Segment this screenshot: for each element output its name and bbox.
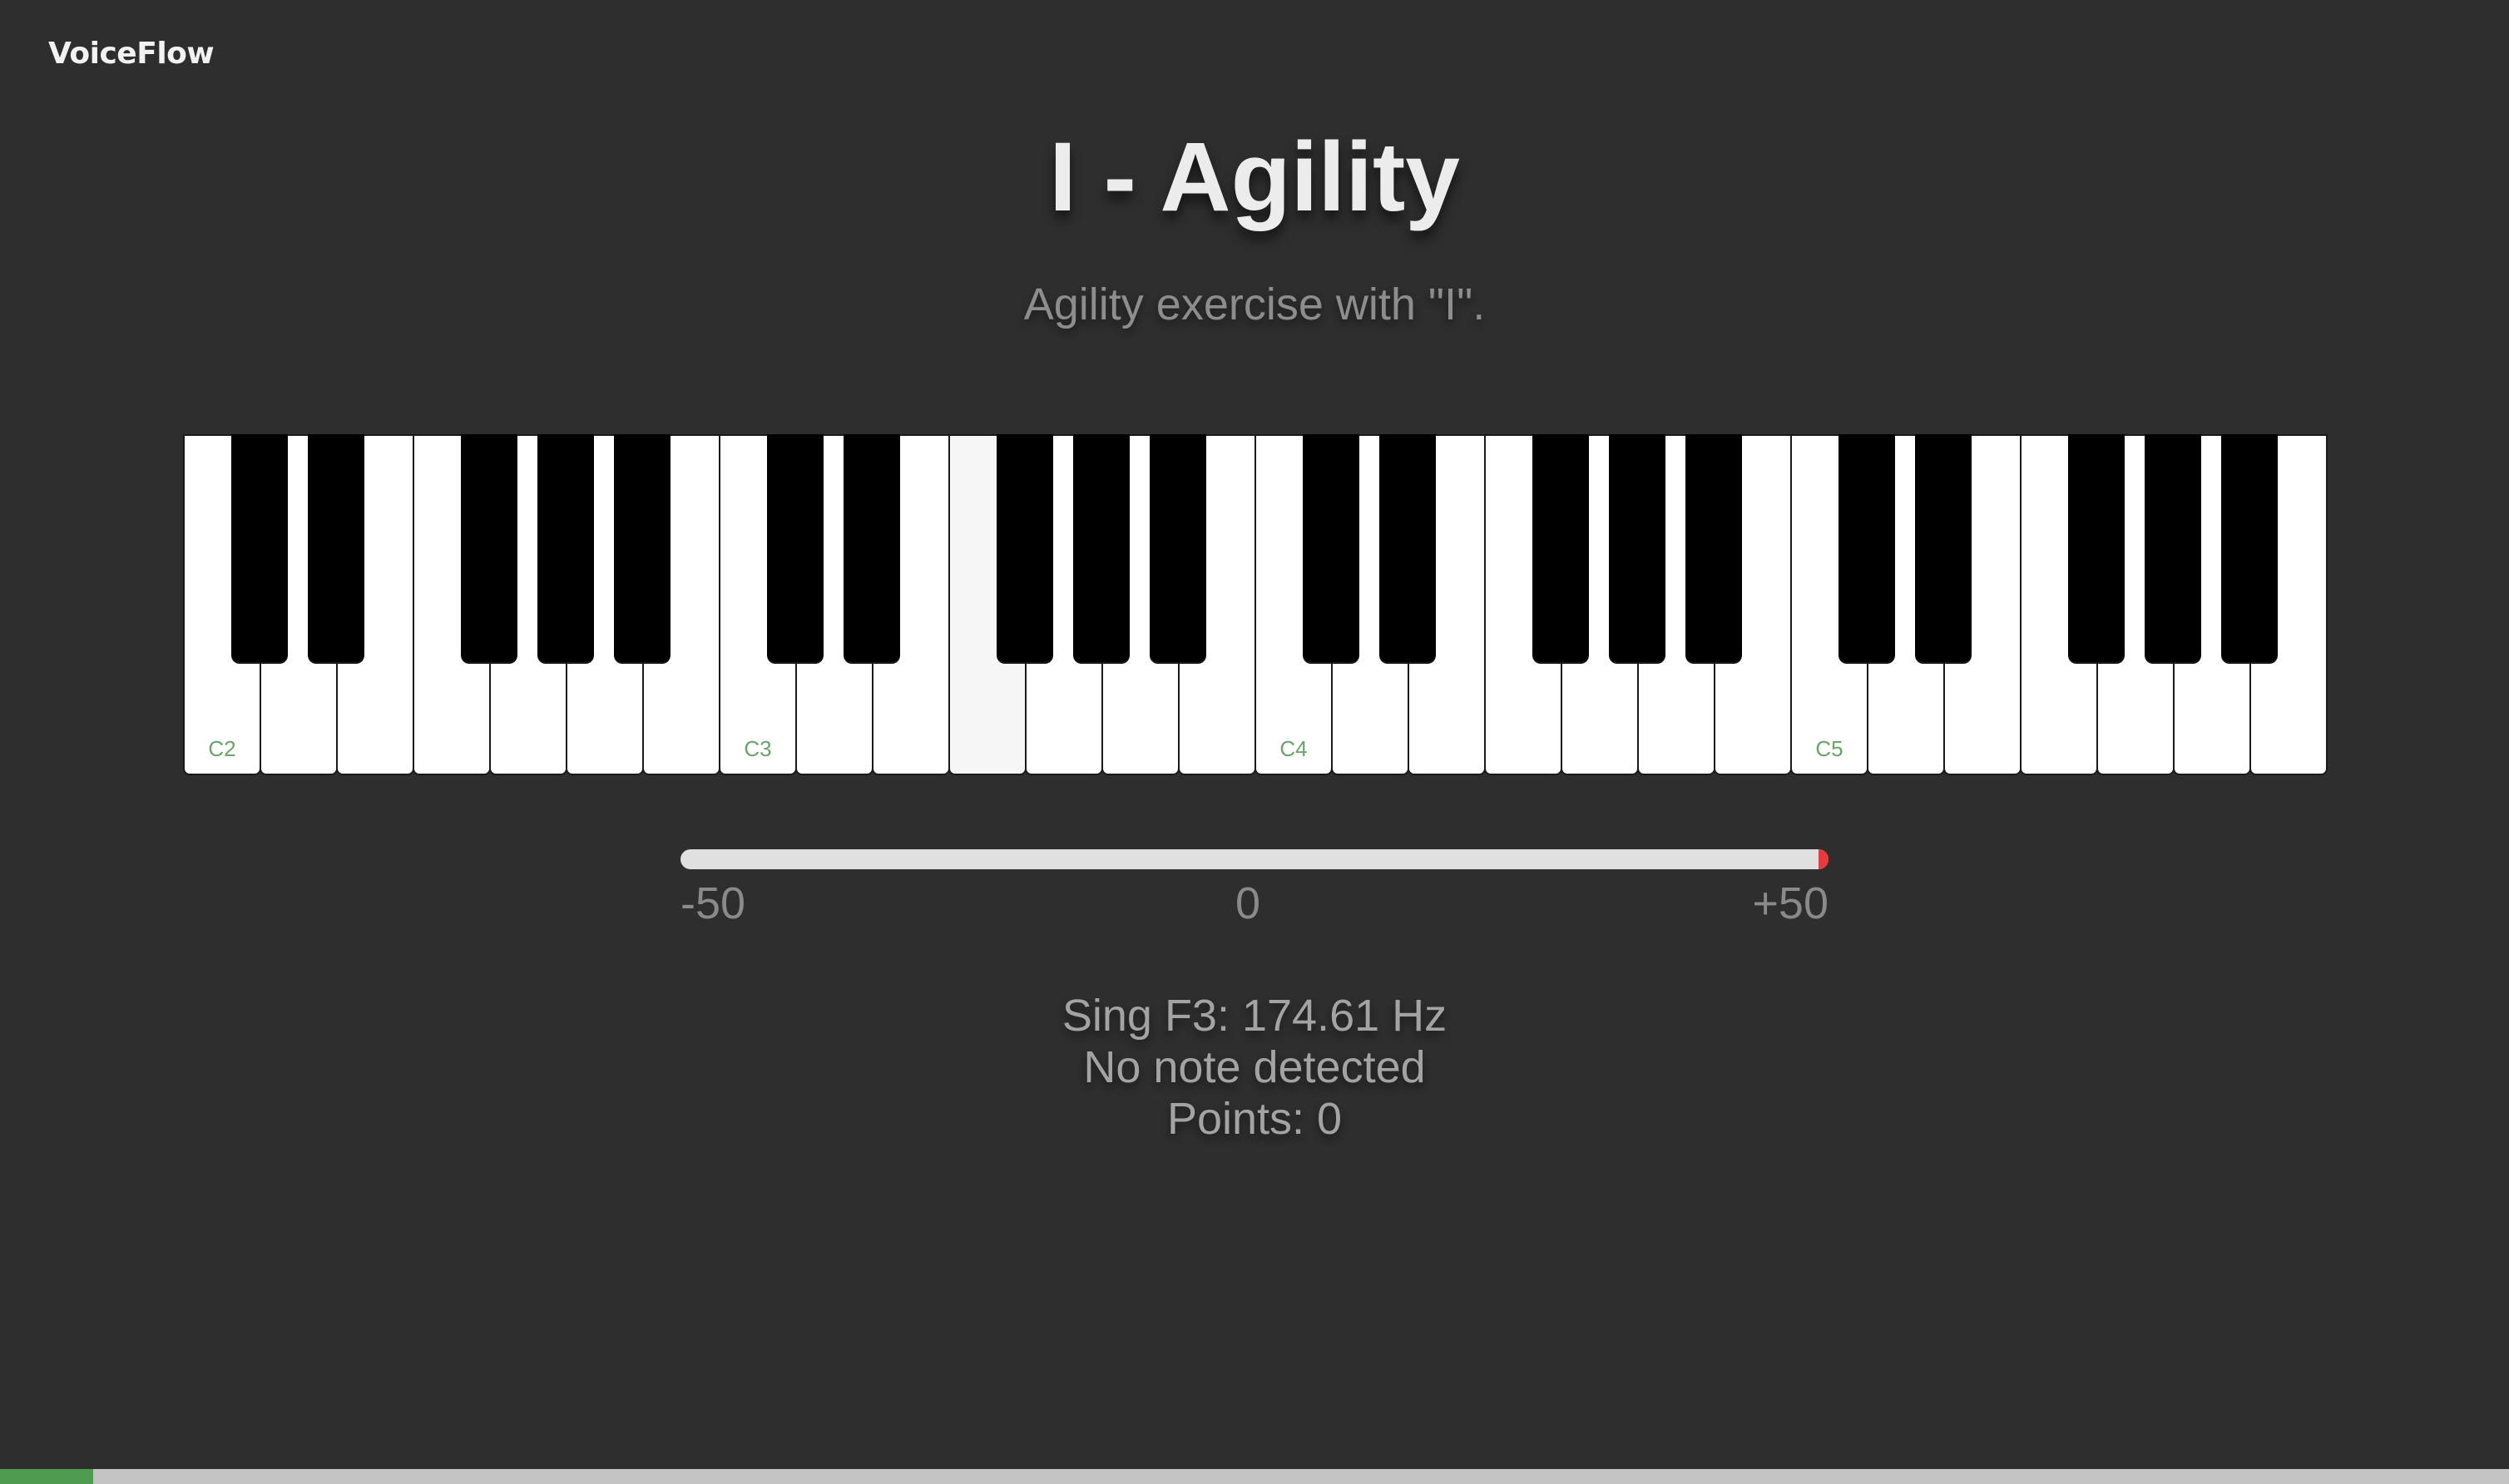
piano-key-asharp5[interactable] (2221, 434, 2278, 662)
pitch-meter (680, 849, 1829, 869)
piano-key-asharp3[interactable] (1150, 434, 1206, 662)
points-text: Points: 0 (1166, 1094, 1343, 1144)
piano-key-label: C2 (208, 736, 236, 761)
piano-key-gsharp2[interactable] (537, 434, 594, 662)
pitch-meter-track (680, 849, 1829, 869)
piano-keyboard: C2 C3 C4 C5 (183, 434, 2328, 779)
piano-key-asharp4[interactable] (1685, 434, 1742, 662)
piano-key-dsharp3[interactable] (844, 434, 900, 662)
exercise-progress-bar (0, 1469, 2509, 1484)
exercise-title: I - Agility (1049, 122, 1460, 232)
pitch-marker (1819, 849, 1829, 869)
piano-key-csharp3[interactable] (767, 434, 824, 662)
piano-key-gsharp3[interactable] (1073, 434, 1130, 662)
app-root: VoiceFlow I - Agility Agility exercise w… (0, 0, 2509, 1484)
piano-key-label: C5 (1815, 736, 1843, 761)
piano-key-csharp5[interactable] (1838, 434, 1895, 662)
piano-key-dsharp4[interactable] (1379, 434, 1436, 662)
piano-key-fsharp4[interactable] (1532, 434, 1589, 662)
piano-key-asharp2[interactable] (614, 434, 671, 662)
piano-key-dsharp5[interactable] (1915, 434, 1972, 662)
meter-min-label: -50 (680, 878, 746, 928)
piano-key-fsharp3[interactable] (997, 434, 1053, 662)
exercise-subtitle: Agility exercise with "I". (1023, 279, 1486, 329)
piano-key-fsharp5[interactable] (2068, 434, 2125, 662)
piano-key-fsharp2[interactable] (461, 434, 517, 662)
piano-key-gsharp4[interactable] (1609, 434, 1665, 662)
detected-note-text: No note detected (1083, 1042, 1426, 1092)
app-logo[interactable]: VoiceFlow (48, 37, 215, 71)
piano-key-csharp4[interactable] (1303, 434, 1359, 662)
piano-key-label: C4 (1279, 736, 1308, 761)
piano-key-gsharp5[interactable] (2145, 434, 2201, 662)
exercise-progress-fill (0, 1469, 93, 1484)
piano-key-label: C3 (744, 736, 772, 761)
piano-key-csharp2[interactable] (231, 434, 288, 662)
piano-key-dsharp2[interactable] (308, 434, 364, 662)
meter-mid-label: 0 (1235, 878, 1261, 928)
meter-max-label: +50 (1752, 878, 1829, 928)
target-note-text: Sing F3: 174.61 Hz (1062, 991, 1448, 1041)
